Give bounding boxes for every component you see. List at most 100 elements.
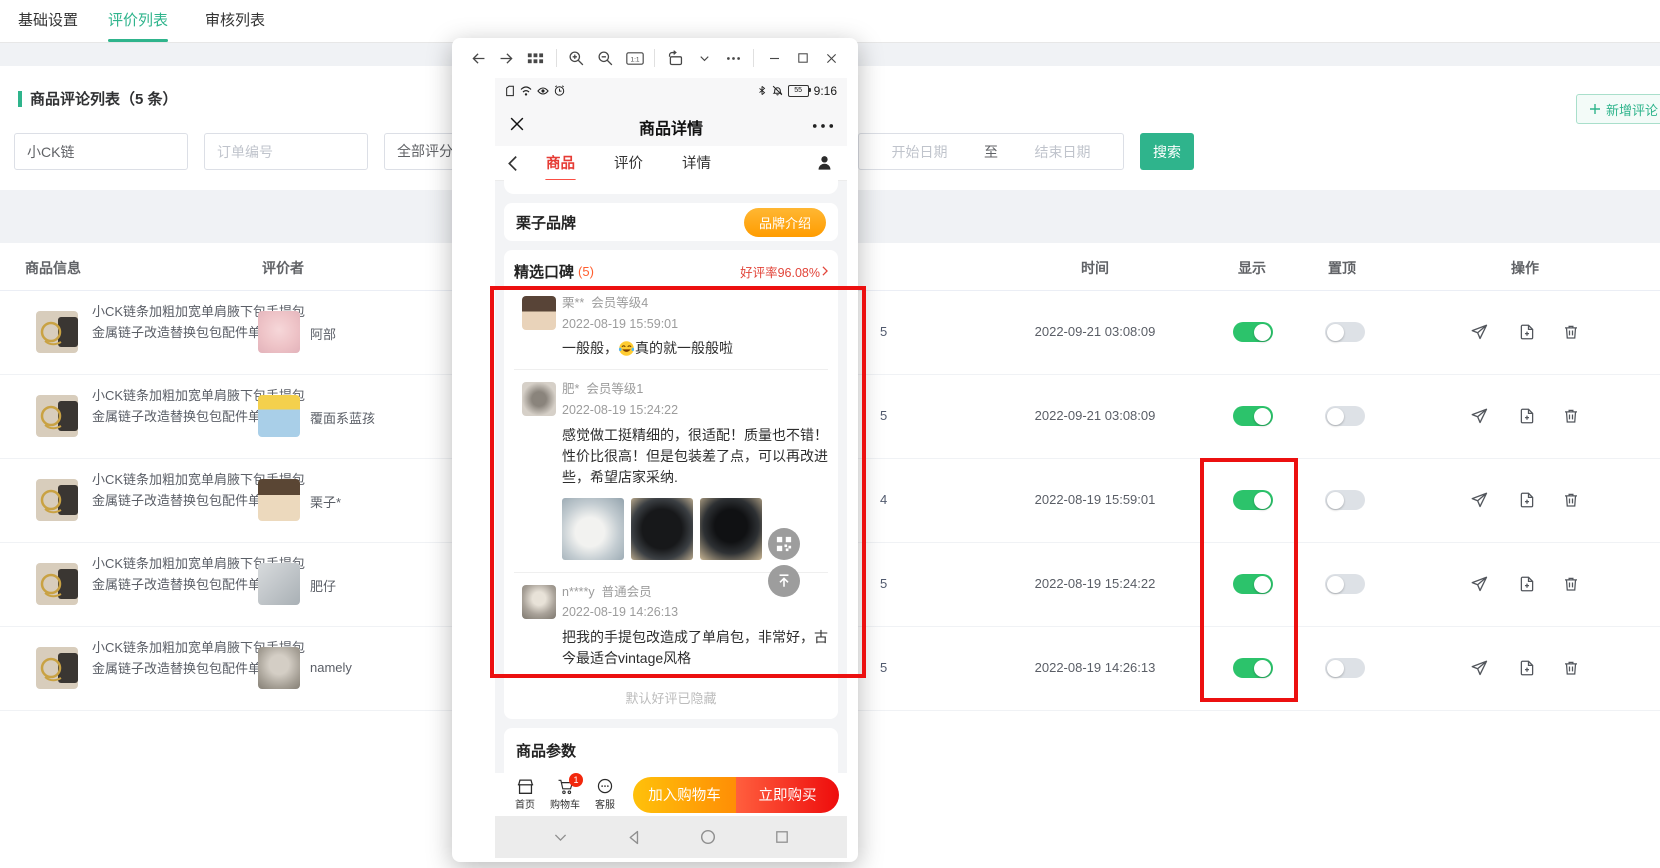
section-title: 商品评论列表（5 条） (18, 88, 178, 109)
title-accent-bar (18, 91, 22, 107)
delete-icon[interactable] (1562, 575, 1580, 593)
review-photo[interactable] (700, 498, 762, 560)
share-icon[interactable] (1470, 407, 1488, 425)
android-recents-icon[interactable] (774, 829, 790, 845)
toolbar-divider (753, 49, 754, 67)
back-chevron-icon[interactable] (507, 155, 518, 172)
show-toggle[interactable] (1233, 490, 1273, 510)
order-number-input[interactable] (204, 133, 368, 170)
add-comment-button[interactable]: 新增评论 (1576, 94, 1660, 124)
show-toggle[interactable] (1233, 658, 1273, 678)
positive-rate-link[interactable]: 好评率96.08% (740, 262, 828, 281)
purchase-buttons: 加入购物车 立即购买 (633, 777, 839, 813)
laughing-emoji (618, 340, 635, 357)
review-time: 2022-08-19 14:26:13 (1030, 660, 1160, 675)
android-home-icon[interactable] (699, 828, 717, 846)
purchase-bar: 首页 1 购物车 客服 加入购物车 立即购买 (495, 773, 847, 816)
alarm-icon (554, 85, 565, 96)
delete-icon[interactable] (1562, 323, 1580, 341)
mute-bell-icon (772, 85, 783, 96)
product-params-card: 商品参数 品牌名称 MIU MIU/戓面琏华 (504, 728, 838, 773)
cart-nav-item[interactable]: 1 购物车 (545, 778, 585, 811)
phone-screen: 55 9:16 商品详情 商品 评价 详情 栗子品牌 品牌介绍 (495, 78, 847, 858)
show-toggle[interactable] (1233, 322, 1273, 342)
delete-icon[interactable] (1562, 659, 1580, 677)
top-toggle[interactable] (1325, 574, 1365, 594)
review-photo[interactable] (631, 498, 693, 560)
share-icon[interactable] (1470, 323, 1488, 341)
toggle-knob (1254, 408, 1271, 425)
home-nav-item[interactable]: 首页 (505, 778, 545, 811)
service-nav-item[interactable]: 客服 (585, 778, 625, 811)
reviews-card: 精选口碑 (5) 好评率96.08% 栗** 会员等级4 2022-08-19 … (504, 250, 838, 719)
params-title: 商品参数 (516, 740, 826, 761)
copy-file-icon[interactable] (1518, 491, 1536, 509)
hide-nav-icon[interactable] (552, 829, 569, 846)
share-icon[interactable] (1470, 575, 1488, 593)
zoom-out-icon[interactable] (597, 49, 615, 67)
close-icon[interactable] (823, 49, 841, 67)
toggle-knob (1327, 408, 1344, 425)
reviewer-name: namely (310, 660, 352, 675)
arrow-up-icon (776, 573, 792, 589)
buy-now-button[interactable]: 立即购买 (736, 777, 839, 813)
delete-icon[interactable] (1562, 407, 1580, 425)
page-title: 商品评论列表（5 条） (30, 88, 178, 109)
top-toggle[interactable] (1325, 322, 1365, 342)
share-icon[interactable] (1470, 491, 1488, 509)
tab-detail[interactable]: 详情 (682, 152, 711, 175)
apps-grid-icon[interactable] (527, 49, 545, 67)
chevron-down-icon[interactable] (695, 49, 713, 67)
back-to-top-button[interactable] (768, 565, 800, 597)
top-toggle[interactable] (1325, 406, 1365, 426)
copy-file-icon[interactable] (1518, 659, 1536, 677)
rotate-screen-icon[interactable] (666, 49, 684, 67)
copy-file-icon[interactable] (1518, 575, 1536, 593)
qr-code-button[interactable] (768, 528, 800, 560)
tab-goods[interactable]: 商品 (546, 152, 575, 175)
zoom-in-icon[interactable] (568, 49, 586, 67)
minimize-icon[interactable] (765, 49, 783, 67)
phone-status-bar: 55 9:16 (495, 78, 847, 103)
actual-size-icon[interactable]: 1:1 (626, 49, 644, 67)
delete-icon[interactable] (1562, 491, 1580, 509)
phone-preview-window: 1:1 55 9:16 商品 详情 (452, 38, 858, 862)
header-actions: 操作 (1465, 258, 1585, 278)
review-photo[interactable] (562, 498, 624, 560)
more-options-icon[interactable] (724, 49, 742, 67)
share-icon[interactable] (1470, 659, 1488, 677)
copy-file-icon[interactable] (1518, 323, 1536, 341)
previous-card-stub (504, 180, 838, 194)
reviewer-avatar (258, 647, 300, 689)
emulator-toolbar: 1:1 (452, 38, 858, 78)
more-menu-icon[interactable] (812, 122, 834, 130)
product-search-input[interactable] (14, 133, 188, 170)
show-toggle[interactable] (1233, 406, 1273, 426)
active-tab-underline (108, 39, 168, 42)
date-separator: 至 (980, 142, 1002, 162)
tab-basic-settings[interactable]: 基础设置 (18, 0, 78, 42)
top-toggle[interactable] (1325, 490, 1365, 510)
reviews-header: 精选口碑 (5) 好评率96.08% (514, 258, 828, 284)
search-button[interactable]: 搜索 (1140, 133, 1194, 170)
tab-audit-list[interactable]: 审核列表 (205, 0, 265, 42)
user-icon[interactable] (815, 153, 834, 172)
brand-intro-button[interactable]: 品牌介绍 (744, 208, 826, 237)
review-avatar (522, 585, 556, 619)
eye-icon (537, 86, 549, 96)
show-toggle[interactable] (1233, 574, 1273, 594)
cart-badge: 1 (569, 773, 583, 787)
review-content: 一般般， 真的就一般般啦 (562, 338, 828, 359)
date-range-picker[interactable]: 开始日期 至 结束日期 (858, 133, 1124, 170)
detail-content: 栗子品牌 品牌介绍 精选口碑 (5) 好评率96.08% 栗** (495, 180, 847, 773)
maximize-icon[interactable] (794, 49, 812, 67)
top-toggle[interactable] (1325, 658, 1365, 678)
copy-file-icon[interactable] (1518, 407, 1536, 425)
back-icon[interactable] (469, 49, 487, 67)
reviewer-name: 肥仔 (310, 576, 336, 595)
tab-reviews[interactable]: 评价 (614, 152, 643, 175)
tab-review-list[interactable]: 评价列表 (108, 0, 168, 42)
forward-icon[interactable] (498, 49, 516, 67)
android-back-icon[interactable] (626, 829, 643, 846)
add-to-cart-button[interactable]: 加入购物车 (633, 777, 736, 813)
